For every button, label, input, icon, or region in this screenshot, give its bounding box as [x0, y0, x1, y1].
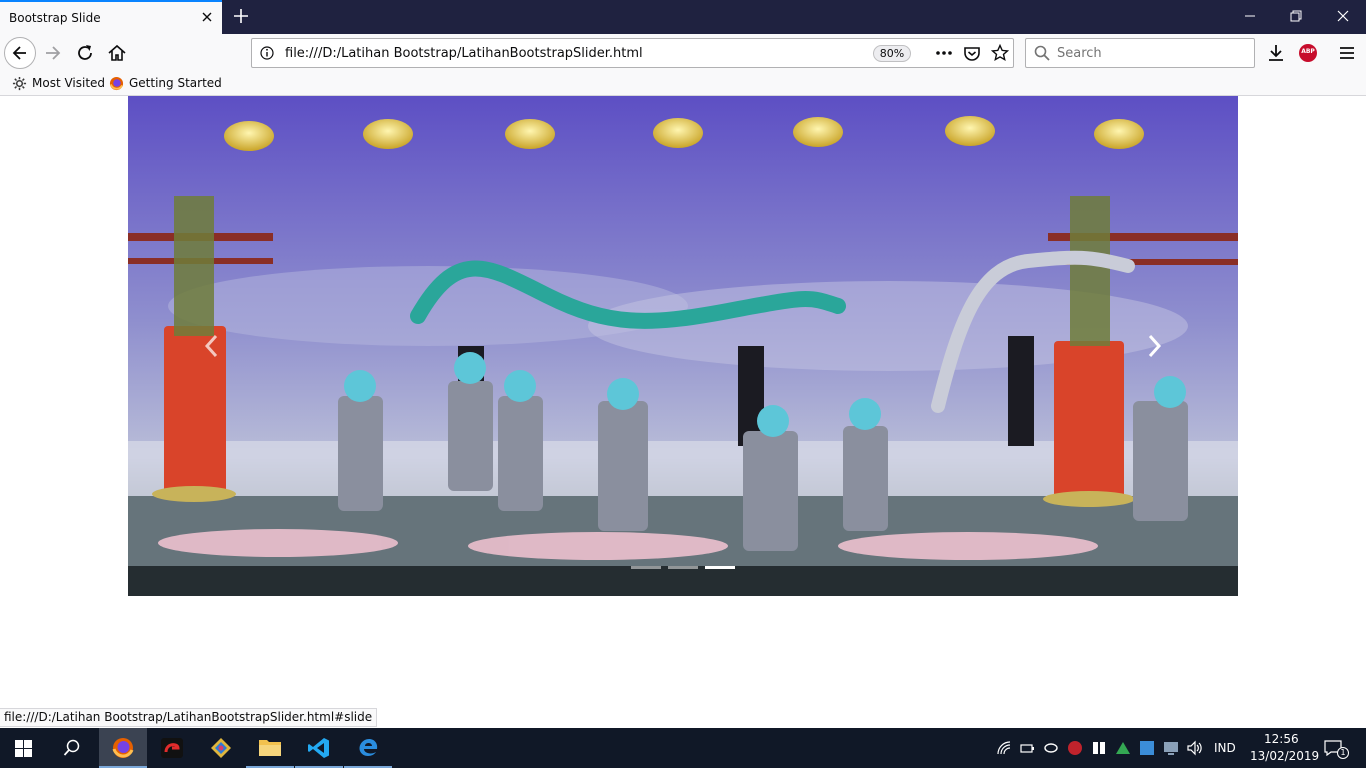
pocket-icon[interactable]: [963, 45, 981, 63]
search-taskbar-button[interactable]: [48, 728, 96, 768]
restore-icon[interactable]: [1284, 4, 1308, 28]
close-tab-icon[interactable]: [200, 10, 214, 24]
taskbar-vscode[interactable]: [295, 728, 343, 768]
zoom-indicator[interactable]: 80%: [873, 45, 911, 62]
url-text[interactable]: file:///D:/Latihan Bootstrap/LatihanBoot…: [285, 46, 643, 61]
volume-icon[interactable]: [1186, 740, 1202, 756]
new-tab-icon[interactable]: [231, 6, 251, 26]
adblock-label: ABP: [1301, 48, 1315, 55]
page-content: file:///D:/Latihan Bootstrap/LatihanBoot…: [0, 96, 1366, 728]
tab-strip: Bootstrap Slide: [0, 0, 1366, 34]
home-icon[interactable]: [106, 42, 128, 64]
clock-time[interactable]: 12:56: [1264, 732, 1299, 746]
start-button[interactable]: [0, 728, 48, 768]
taskbar-firefox[interactable]: [99, 728, 147, 768]
tab-bootstrap-slide[interactable]: Bootstrap Slide: [0, 0, 222, 34]
wifi-icon[interactable]: [996, 740, 1012, 756]
back-button[interactable]: [4, 37, 36, 69]
clock-date[interactable]: 13/02/2019: [1250, 749, 1319, 763]
network-tray-icon[interactable]: [1139, 740, 1155, 756]
close-window-icon[interactable]: [1331, 4, 1355, 28]
adblock-plus-icon[interactable]: ABP: [1299, 44, 1317, 62]
input-language[interactable]: IND: [1214, 741, 1236, 755]
drive-tray-icon[interactable]: [1115, 740, 1131, 756]
search-box[interactable]: Search: [1025, 38, 1255, 68]
carousel-indicator-3[interactable]: [705, 566, 735, 569]
battery-icon[interactable]: [1019, 740, 1035, 756]
carousel-indicator-2[interactable]: [668, 566, 698, 569]
bookmark-star-icon[interactable]: [991, 44, 1009, 62]
firefox-icon: [112, 738, 134, 758]
taskbar-git-app[interactable]: [197, 728, 245, 768]
link-icon[interactable]: [1043, 740, 1059, 756]
back-arrow-icon: [12, 46, 26, 60]
bookmark-label: Most Visited: [32, 76, 106, 90]
edge-icon: [359, 739, 378, 756]
search-placeholder: Search: [1057, 46, 1102, 61]
notification-count: 1: [1337, 747, 1349, 759]
action-center-button[interactable]: 1: [1316, 736, 1350, 760]
vscode-icon: [308, 738, 329, 758]
taskbar-game-app[interactable]: [148, 728, 196, 768]
page-actions-icon[interactable]: [935, 46, 953, 60]
slide-image: [128, 96, 1238, 596]
garena-tray-icon[interactable]: [1067, 740, 1083, 756]
bookmark-label: Getting Started: [129, 76, 222, 90]
search-icon: [1034, 45, 1050, 61]
app-tray-icon[interactable]: [1091, 740, 1107, 756]
taskbar-file-explorer[interactable]: [246, 728, 294, 768]
minimize-icon[interactable]: [1238, 4, 1262, 28]
folder-icon: [259, 740, 281, 756]
downloads-icon[interactable]: [1265, 42, 1287, 64]
windows-taskbar: IND 12:56 13/02/2019 1: [0, 728, 1366, 768]
gear-icon: [12, 76, 27, 91]
carousel-indicators: [631, 566, 735, 570]
carousel-prev-button[interactable]: [200, 332, 224, 360]
tab-title: Bootstrap Slide: [9, 11, 101, 25]
forward-icon[interactable]: [42, 42, 64, 64]
carousel-indicator-1[interactable]: [631, 566, 661, 569]
address-bar[interactable]: file:///D:/Latihan Bootstrap/LatihanBoot…: [251, 38, 1014, 68]
windows-logo-icon: [15, 740, 32, 757]
monitor-icon[interactable]: [1163, 740, 1179, 756]
link-status-bar: file:///D:/Latihan Bootstrap/LatihanBoot…: [0, 708, 378, 727]
firefox-icon: [109, 76, 124, 91]
carousel-next-button[interactable]: [1142, 332, 1166, 360]
garena-icon: [161, 738, 183, 758]
info-icon[interactable]: [260, 46, 274, 60]
bookmarks-toolbar: Most Visited Getting Started: [0, 72, 1366, 96]
taskbar-edge[interactable]: [344, 728, 392, 768]
sourcetree-icon: [211, 738, 231, 758]
search-icon: [63, 739, 80, 756]
image-carousel: [128, 96, 1238, 596]
menu-icon[interactable]: [1336, 42, 1358, 64]
reload-icon[interactable]: [74, 42, 96, 64]
navigation-toolbar: file:///D:/Latihan Bootstrap/LatihanBoot…: [0, 34, 1366, 72]
